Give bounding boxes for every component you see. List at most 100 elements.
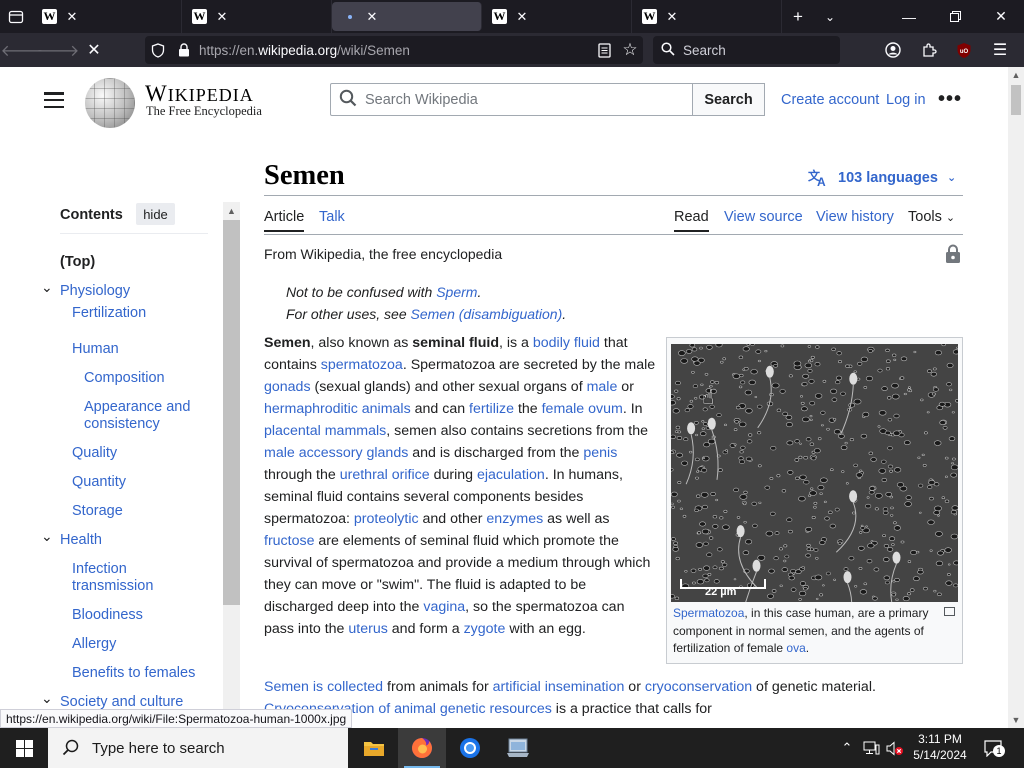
toc-item[interactable]: Physiology (60, 283, 210, 300)
article-link[interactable]: ejaculation (477, 467, 545, 483)
article-link[interactable]: vagina (423, 599, 465, 615)
toc-item[interactable]: Infection transmission (72, 561, 210, 595)
chrome-taskbar-icon[interactable] (446, 728, 494, 768)
toc-item[interactable]: Composition (84, 370, 210, 387)
url-text[interactable]: https://en.wikipedia.org/wiki/Semen (197, 43, 591, 58)
log-in-link[interactable]: Log in (886, 92, 926, 108)
address-bar[interactable]: https://en.wikipedia.org/wiki/Semen ☆ (145, 36, 643, 64)
extensions-puzzle-icon[interactable] (911, 33, 947, 67)
toc-collapse-chevron-icon[interactable]: ⌄ (41, 690, 53, 707)
toc-scroll-up-icon[interactable]: ▲ (223, 202, 240, 219)
article-link[interactable]: penis (583, 445, 617, 461)
spermatozoa-micrograph-image[interactable]: 22 µm (671, 344, 958, 602)
article-link[interactable]: urethral orifice (340, 467, 430, 483)
minimize-icon[interactable]: — (886, 0, 932, 33)
bookmark-star-icon[interactable]: ☆ (617, 40, 643, 60)
toc-item[interactable]: Storage (72, 503, 210, 520)
ublock-origin-icon[interactable]: uO (946, 33, 982, 67)
windows-start-icon[interactable] (0, 728, 48, 768)
toc-item[interactable]: Health (60, 532, 210, 549)
browser-tab[interactable]: WFile:Wikibukkake.r✕ (632, 0, 782, 33)
browser-tab[interactable]: WFellatio - Wikipedi✕ (182, 0, 332, 33)
browser-tab[interactable]: Wintitle:"Cum" - Se✕ (32, 0, 182, 33)
toc-item[interactable]: (Top) (60, 254, 210, 271)
reader-view-icon[interactable] (591, 42, 617, 58)
disambiguation-link[interactable]: Semen (disambiguation) (411, 306, 563, 322)
tab-read[interactable]: Read (674, 209, 709, 232)
tools-dropdown[interactable]: Tools ⌄ (908, 209, 955, 225)
article-link[interactable]: uterus (348, 621, 387, 637)
article-link[interactable]: enzymes (486, 511, 543, 527)
article-link[interactable]: cryoconservation (645, 679, 752, 695)
wiki-search-input[interactable]: Search Wikipedia (330, 83, 693, 116)
back-arrow-icon[interactable]: 🡐 (1, 33, 44, 67)
sperm-link[interactable]: Sperm (436, 284, 477, 300)
toc-hide-button[interactable]: hide (136, 203, 175, 225)
tab-view-history[interactable]: View history (816, 209, 894, 225)
restore-icon[interactable] (932, 0, 978, 33)
article-link[interactable]: spermatozoa (321, 357, 403, 373)
toc-item[interactable]: Quality (72, 445, 210, 462)
toc-scrollbar[interactable]: ▲ (223, 202, 240, 728)
create-account-link[interactable]: Create account (781, 92, 879, 108)
close-tab-icon[interactable]: ✕ (514, 9, 530, 25)
tab-view-source[interactable]: View source (724, 209, 803, 225)
app-menu-hamburger-icon[interactable]: ☰ (982, 33, 1018, 67)
network-icon[interactable] (860, 728, 882, 768)
toc-item[interactable]: Allergy (72, 636, 210, 653)
toc-item[interactable]: Quantity (72, 474, 210, 491)
more-options-icon[interactable]: ••• (938, 88, 962, 111)
file-explorer-icon[interactable] (350, 728, 398, 768)
article-link[interactable]: female ovum (542, 401, 623, 417)
stop-loading-icon[interactable]: ✕ (76, 33, 112, 67)
tab-article[interactable]: Article (264, 209, 305, 232)
app-window-taskbar-icon[interactable] (494, 728, 542, 768)
toc-item[interactable]: Benefits to females (72, 665, 210, 682)
scroll-up-arrow-icon[interactable]: ▲ (1008, 67, 1024, 83)
article-link[interactable]: male (587, 379, 618, 395)
wiki-search-button[interactable]: Search (692, 83, 765, 116)
protected-page-lock-icon[interactable] (945, 244, 961, 264)
tab-talk[interactable]: Talk (319, 209, 345, 225)
article-link[interactable]: gonads (264, 379, 311, 395)
article-link[interactable]: fertilize (469, 401, 514, 417)
account-icon[interactable] (875, 33, 911, 67)
article-link[interactable]: placental mammals (264, 423, 386, 439)
article-link[interactable]: fructose (264, 533, 314, 549)
scroll-down-arrow-icon[interactable]: ▼ (1008, 712, 1024, 728)
show-hidden-icons-chevron-icon[interactable]: ⌃ (838, 728, 856, 768)
page-scrollbar[interactable]: ▲ ▼ (1008, 67, 1024, 728)
firefox-taskbar-icon[interactable] (398, 728, 446, 768)
article-link[interactable]: bodily fluid (533, 335, 600, 351)
taskbar-search-box[interactable]: Type here to search (48, 728, 348, 768)
article-link[interactable]: proteolytic (354, 511, 419, 527)
forward-arrow-icon[interactable]: 🡒 (37, 33, 80, 67)
article-link[interactable]: hermaphroditic animals (264, 401, 411, 417)
browser-tab[interactable]: WFile:Wiki-cumshot✕ (482, 0, 632, 33)
lock-icon[interactable] (171, 43, 197, 57)
article-link[interactable]: male accessory glands (264, 445, 408, 461)
firefox-view-icon[interactable] (0, 0, 32, 33)
system-clock[interactable]: 3:11 PM 5/14/2024 (906, 731, 974, 763)
list-all-tabs-icon[interactable]: ⌄ (814, 0, 846, 33)
toc-collapse-chevron-icon[interactable]: ⌄ (41, 528, 53, 545)
toc-item[interactable]: Bloodiness (72, 607, 210, 624)
volume-muted-icon[interactable] (884, 728, 906, 768)
close-tab-icon[interactable]: ✕ (664, 9, 680, 25)
toc-item[interactable]: Human (72, 341, 210, 358)
enlarge-image-icon[interactable] (944, 607, 955, 616)
main-menu-hamburger-icon[interactable] (44, 92, 64, 108)
close-window-icon[interactable]: ✕ (978, 0, 1024, 33)
new-tab-icon[interactable]: + (782, 0, 814, 33)
ova-link[interactable]: ova (786, 641, 805, 655)
toc-scroll-thumb[interactable] (223, 220, 240, 605)
close-tab-icon[interactable]: ✕ (214, 9, 230, 25)
wikipedia-globe-logo[interactable] (85, 78, 135, 128)
languages-button[interactable]: 文A 103 languages ⌄ (808, 168, 956, 187)
page-scroll-thumb[interactable] (1011, 85, 1021, 115)
notifications-icon[interactable]: 1 (980, 728, 1006, 768)
article-link[interactable]: artificial insemination (493, 679, 625, 695)
close-tab-icon[interactable]: ✕ (64, 9, 80, 25)
tracking-protection-shield-icon[interactable] (145, 42, 171, 58)
toc-item[interactable]: Fertilization (72, 305, 210, 322)
